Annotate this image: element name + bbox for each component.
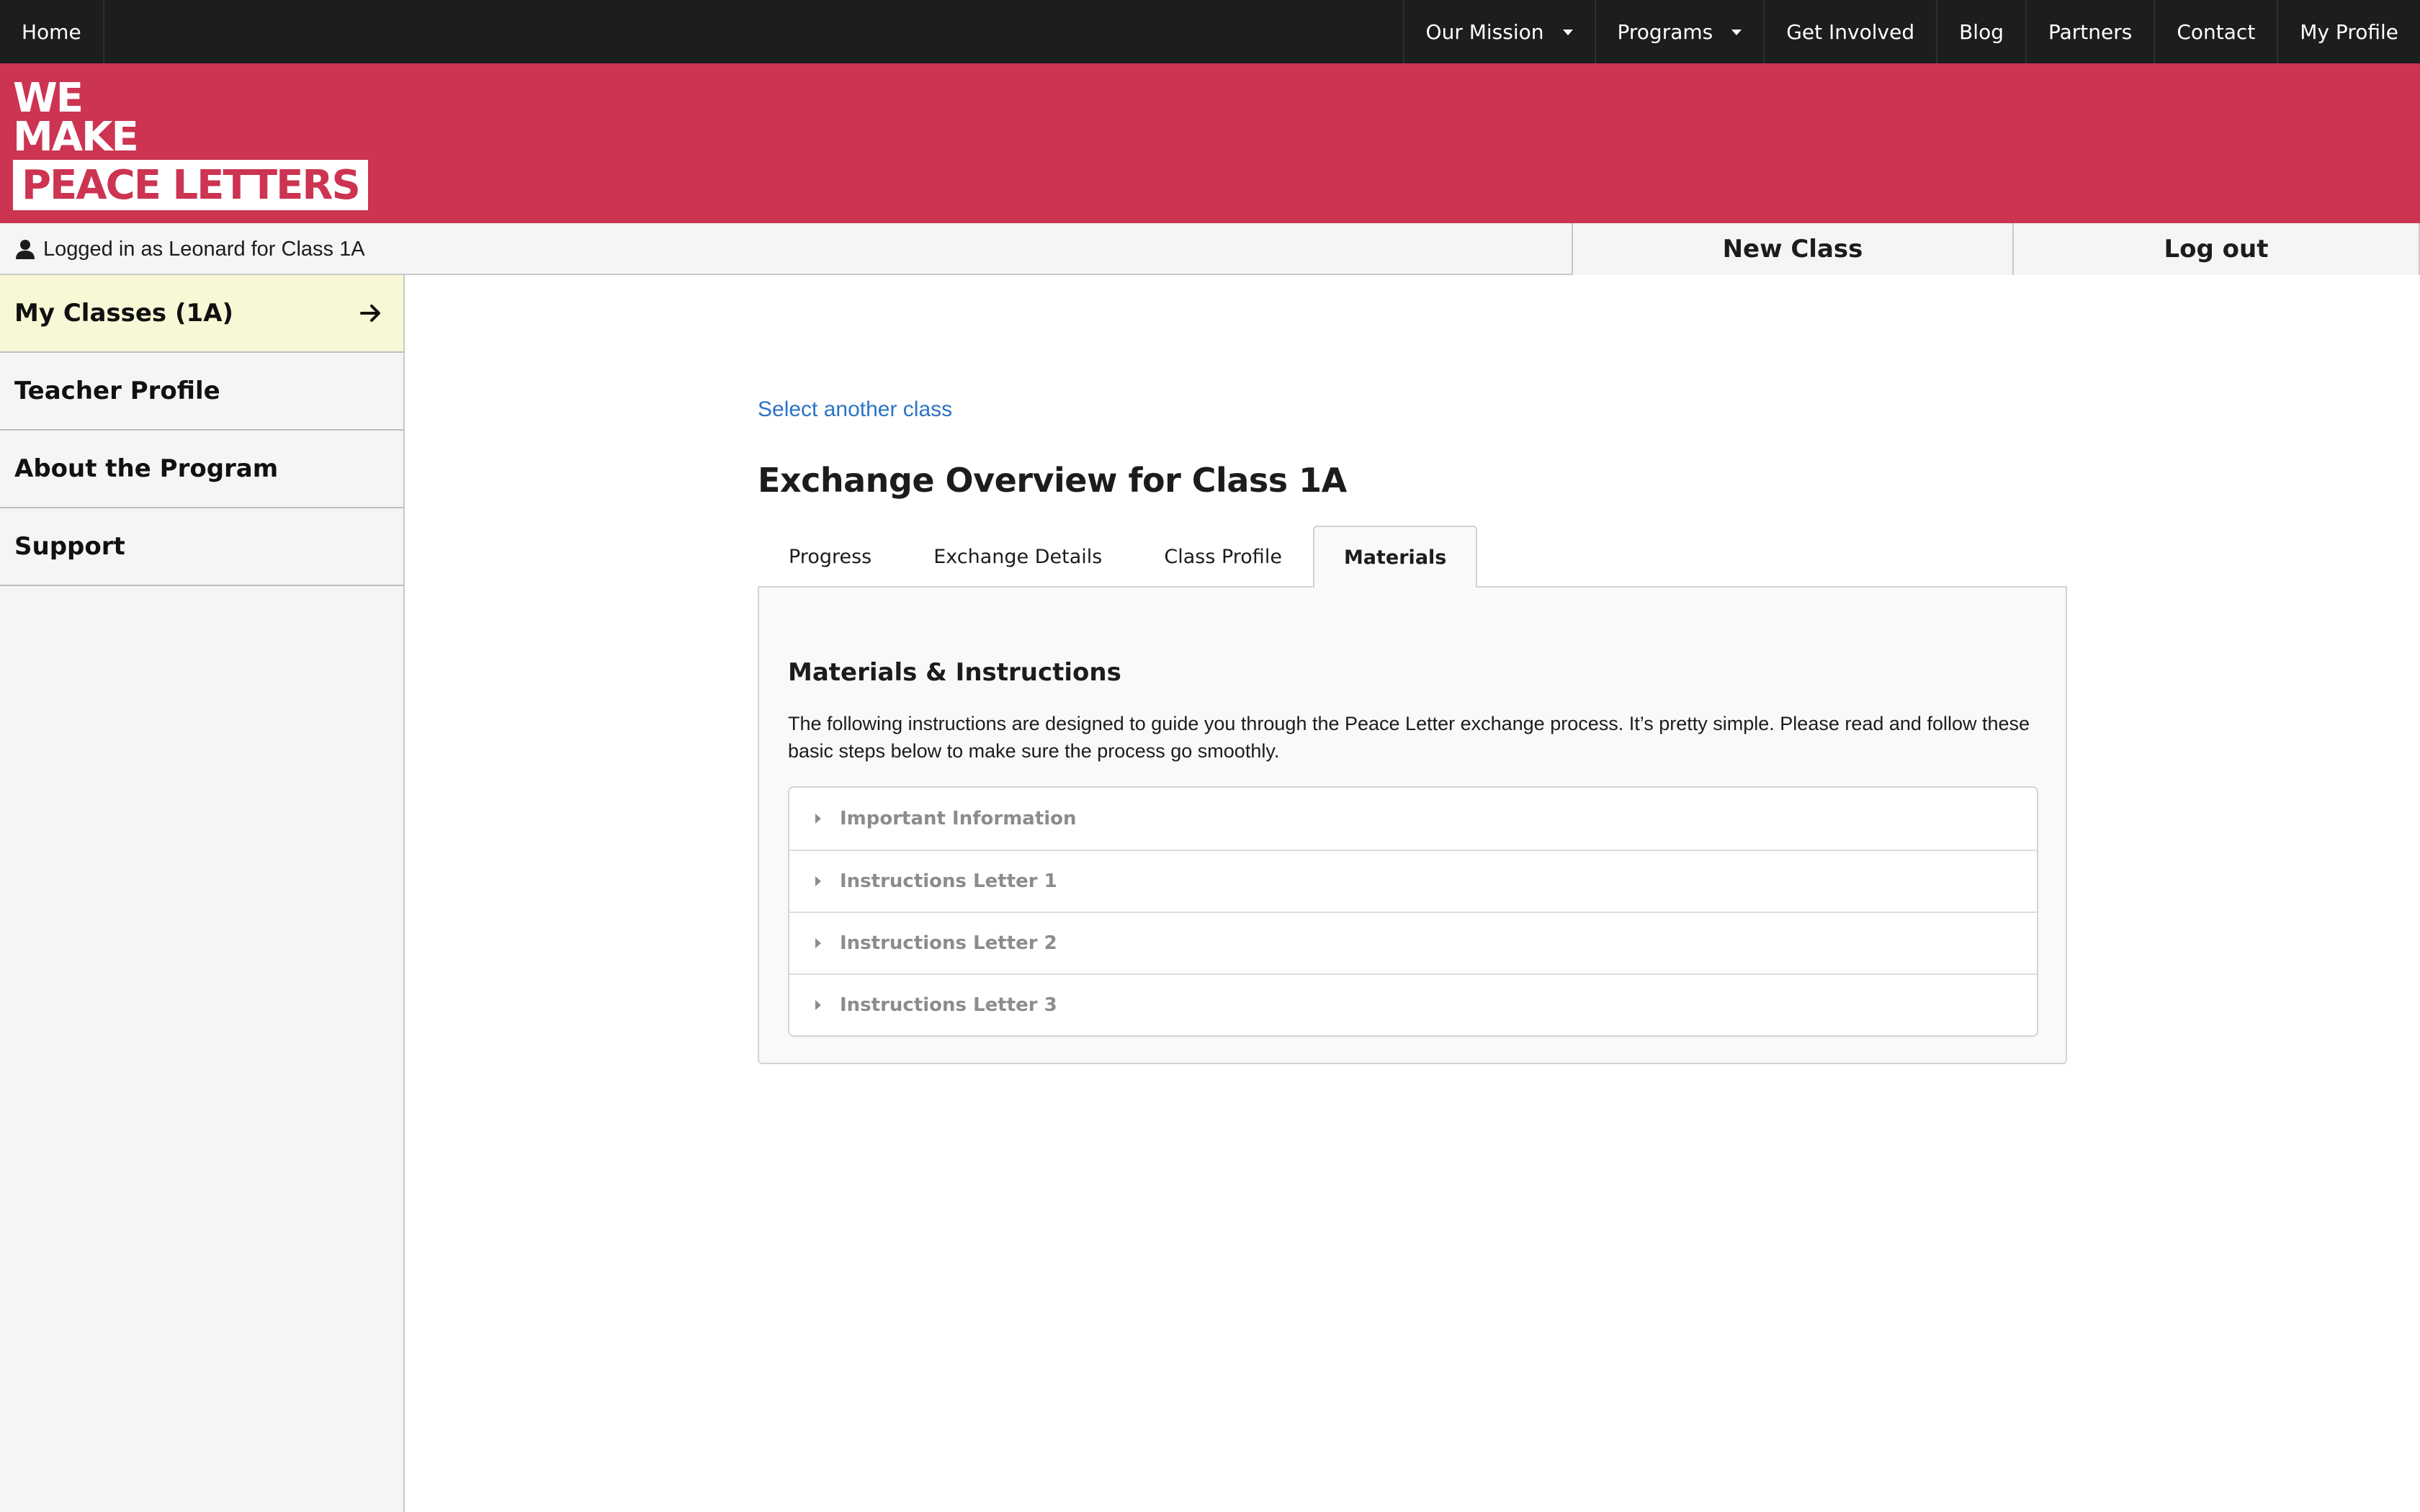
sidebar-item-label: Teacher Profile	[14, 377, 220, 405]
nav-home[interactable]: Home	[0, 0, 104, 63]
tab-exchange-details[interactable]: Exchange Details	[902, 526, 1133, 586]
top-navigation: Home Our Mission Programs Get Involved B…	[0, 0, 2420, 63]
logo-line-peace-letters: PEACE LETTERS	[13, 160, 368, 210]
accordion-item-important-information[interactable]: Important Information	[789, 788, 2037, 850]
accordion-item-instructions-letter-1[interactable]: Instructions Letter 1	[789, 850, 2037, 912]
tab-materials[interactable]: Materials	[1312, 526, 1478, 588]
accordion-item-label: Instructions Letter 1	[840, 870, 1057, 892]
new-class-button[interactable]: New Class	[1572, 223, 2014, 275]
caret-right-icon	[815, 814, 821, 824]
caret-right-icon	[815, 1000, 821, 1010]
sidebar-item-teacher-profile[interactable]: Teacher Profile	[0, 353, 403, 431]
nav-our-mission[interactable]: Our Mission	[1402, 0, 1595, 63]
top-nav-right: Our Mission Programs Get Involved Blog P…	[1402, 0, 2420, 63]
arrow-right-icon	[360, 305, 380, 322]
nav-programs[interactable]: Programs	[1594, 0, 1764, 63]
logo-line-we: WE	[13, 75, 84, 122]
select-another-class-link[interactable]: Select another class	[758, 397, 952, 422]
panel-description: The following instructions are designed …	[788, 713, 2030, 762]
tab-class-profile[interactable]: Class Profile	[1133, 526, 1313, 586]
tab-bar: Progress Exchange Details Class Profile …	[758, 526, 2067, 588]
caret-down-icon	[1731, 30, 1742, 35]
materials-panel: Materials & Instructions The following i…	[758, 586, 2067, 1064]
logo-line-make: MAKE	[13, 114, 139, 161]
accordion-item-instructions-letter-2[interactable]: Instructions Letter 2	[789, 912, 2037, 973]
instructions-accordion: Important Information Instructions Lette…	[788, 786, 2038, 1037]
logged-in-status: Logged in as Leonard for Class 1A	[14, 223, 365, 275]
sidebar-item-label: Support	[14, 532, 125, 561]
sidebar-item-label: My Classes (1A)	[14, 299, 234, 328]
nav-get-involved[interactable]: Get Involved	[1763, 0, 1936, 63]
logout-button[interactable]: Log out	[2012, 223, 2420, 275]
brand-banner: WE MAKE PEACE LETTERS	[0, 63, 2420, 223]
caret-right-icon	[815, 938, 821, 948]
nav-contact[interactable]: Contact	[2154, 0, 2277, 63]
accordion-item-label: Instructions Letter 3	[840, 994, 1057, 1016]
accordion-item-label: Important Information	[840, 808, 1077, 829]
sidebar-item-label: About the Program	[14, 454, 279, 483]
site-logo[interactable]: WE MAKE PEACE LETTERS	[13, 75, 368, 210]
logged-in-text: Logged in as Leonard for Class 1A	[43, 237, 365, 261]
accordion-item-instructions-letter-3[interactable]: Instructions Letter 3	[789, 973, 2037, 1035]
nav-our-mission-label: Our Mission	[1425, 19, 1544, 44]
tab-progress[interactable]: Progress	[758, 526, 902, 586]
nav-programs-label: Programs	[1617, 19, 1713, 44]
accordion-item-label: Instructions Letter 2	[840, 932, 1057, 954]
sidebar-item-my-classes[interactable]: My Classes (1A)	[0, 275, 403, 353]
panel-heading: Materials & Instructions	[788, 658, 1121, 687]
caret-down-icon	[1562, 30, 1573, 35]
user-icon	[16, 240, 35, 259]
account-bar: Logged in as Leonard for Class 1A New Cl…	[0, 223, 2420, 275]
top-nav-left: Home	[0, 0, 104, 63]
page-title: Exchange Overview for Class 1A	[758, 461, 1347, 500]
caret-right-icon	[815, 876, 821, 886]
sidebar: My Classes (1A) Teacher Profile About th…	[0, 275, 405, 1512]
nav-blog[interactable]: Blog	[1936, 0, 2025, 63]
sidebar-item-support[interactable]: Support	[0, 508, 403, 586]
nav-partners[interactable]: Partners	[2025, 0, 2154, 63]
nav-my-profile[interactable]: My Profile	[2277, 0, 2420, 63]
sidebar-item-about-program[interactable]: About the Program	[0, 431, 403, 508]
